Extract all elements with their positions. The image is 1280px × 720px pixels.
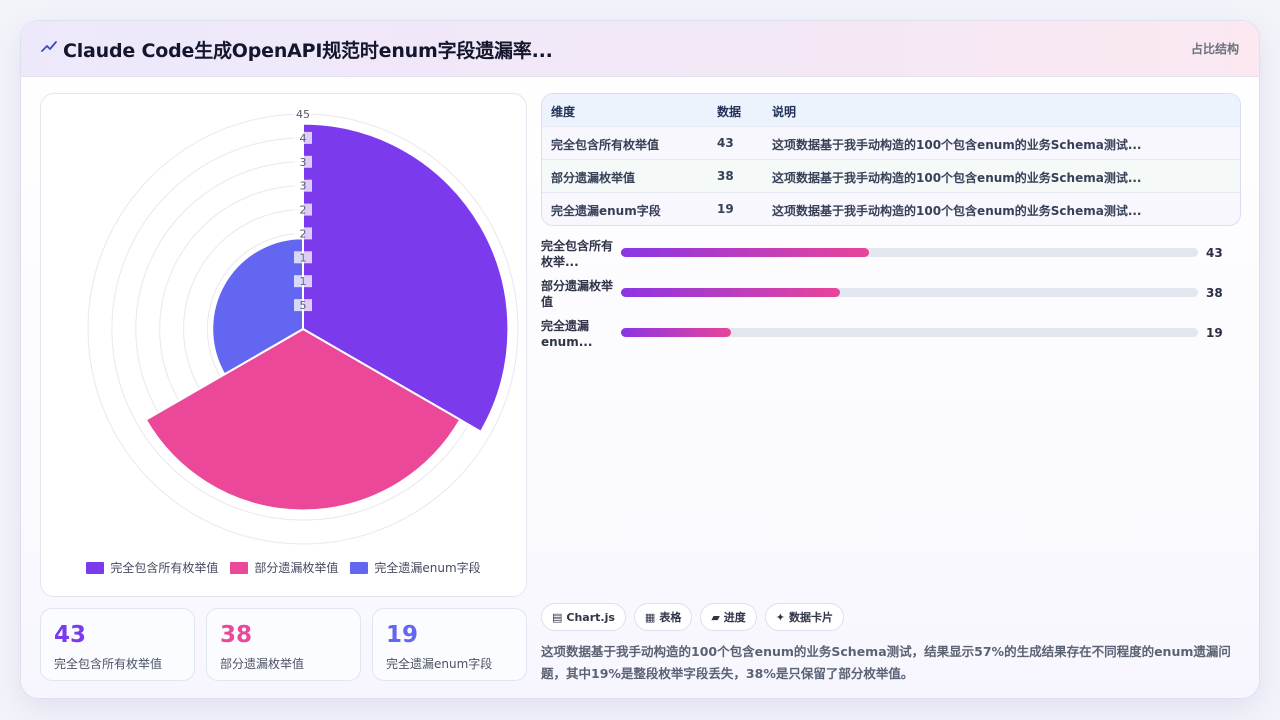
progress-track xyxy=(621,248,1198,257)
chart-icon: ▤ xyxy=(552,610,563,624)
progress-label: 部分遗漏枚举值 xyxy=(541,279,614,309)
stat-label: 完全遗漏enum字段 xyxy=(386,657,493,671)
table-header-row: 维度 数据 说明 xyxy=(542,94,1240,127)
progress-row: 完全包含所有枚举... 43 xyxy=(541,238,1241,272)
tick-label: 1 xyxy=(300,251,307,264)
polar-area-chart: 45 4 3 3 2 2 1 1 5 xyxy=(87,108,519,545)
header: Claude Code生成OpenAPI规范时enum字段遗漏率... 占比结构 xyxy=(21,21,1259,77)
progress-track xyxy=(621,328,1198,337)
stat-value: 38 xyxy=(220,622,253,648)
progress-fill xyxy=(621,328,731,337)
legend-swatch xyxy=(86,561,105,574)
view-chips: ▤ Chart.js ▦ 表格 ▰ 进度 ✦ 数据卡片 xyxy=(541,603,845,631)
chip-label: Chart.js xyxy=(566,610,615,624)
page-title: Claude Code生成OpenAPI规范时enum字段遗漏率... xyxy=(63,40,553,62)
stat-label: 完全包含所有枚举值 xyxy=(54,657,163,671)
table-cell: 这项数据基于我手动构造的100个包含enum的业务Schema测试... xyxy=(772,138,1142,152)
tick-label: 2 xyxy=(300,227,307,240)
tick-label: 5 xyxy=(300,299,307,312)
tick-label: 1 xyxy=(300,275,307,288)
tick-label: 3 xyxy=(300,156,307,169)
progress-fill xyxy=(621,248,870,257)
stat-card-complete: 43 完全包含所有枚举值 xyxy=(40,608,195,681)
chip-data-cards[interactable]: ✦ 数据卡片 xyxy=(764,603,845,631)
table-cell: 38 xyxy=(717,169,734,183)
chip-progress[interactable]: ▰ 进度 xyxy=(700,603,757,631)
table-cell: 43 xyxy=(717,136,734,150)
progress-icon: ▰ xyxy=(711,610,720,624)
progress-label: 完全遗漏enum... xyxy=(541,319,593,349)
table-header-cell: 数据 xyxy=(717,105,742,119)
stat-label: 部分遗漏枚举值 xyxy=(220,657,305,671)
legend-item-missing[interactable]: 完全遗漏enum字段 xyxy=(350,559,481,576)
progress-value: 19 xyxy=(1206,326,1223,340)
progress-track xyxy=(621,288,1198,297)
table-row: 部分遗漏枚举值 38 这项数据基于我手动构造的100个包含enum的业务Sche… xyxy=(542,160,1240,193)
chart-legend: 完全包含所有枚举值 部分遗漏枚举值 完全遗漏enum字段 xyxy=(41,559,526,576)
table-icon: ▦ xyxy=(644,610,656,624)
dashboard-card: Claude Code生成OpenAPI规范时enum字段遗漏率... 占比结构… xyxy=(20,20,1260,699)
progress-label: 完全包含所有枚举... xyxy=(541,239,614,269)
progress-row: 完全遗漏enum... 19 xyxy=(541,318,1241,352)
legend-swatch xyxy=(350,561,369,574)
tick-label: 3 xyxy=(300,180,307,193)
progress-fill xyxy=(621,288,841,297)
table-header-cell: 维度 xyxy=(551,105,576,119)
tick-label: 4 xyxy=(300,132,307,145)
table-row: 完全包含所有枚举值 43 这项数据基于我手动构造的100个包含enum的业务Sc… xyxy=(542,127,1240,160)
table-cell: 这项数据基于我手动构造的100个包含enum的业务Schema测试... xyxy=(772,171,1142,185)
data-table: 维度 数据 说明 完全包含所有枚举值 43 这项数据基于我手动构造的100个包含… xyxy=(541,93,1241,226)
tick-label: 2 xyxy=(300,204,307,217)
stat-card-partial: 38 部分遗漏枚举值 xyxy=(206,608,361,681)
chip-label: 数据卡片 xyxy=(789,611,834,624)
legend-label: 完全包含所有枚举值 xyxy=(110,561,219,575)
legend-label: 部分遗漏枚举值 xyxy=(254,561,339,575)
sparkle-icon: ✦ xyxy=(775,610,786,624)
stat-value: 19 xyxy=(386,622,419,648)
legend-swatch xyxy=(230,561,249,574)
stat-card-missing: 19 完全遗漏enum字段 xyxy=(372,608,527,681)
chart-line-icon xyxy=(41,41,57,52)
table-cell: 这项数据基于我手动构造的100个包含enum的业务Schema测试... xyxy=(772,204,1142,218)
chip-label: 进度 xyxy=(723,611,746,624)
progress-value: 43 xyxy=(1206,246,1223,260)
legend-label: 完全遗漏enum字段 xyxy=(374,561,481,575)
table-header-cell: 说明 xyxy=(772,105,797,119)
table-cell: 完全包含所有枚举值 xyxy=(551,138,660,152)
table-row: 完全遗漏enum字段 19 这项数据基于我手动构造的100个包含enum的业务S… xyxy=(542,193,1240,225)
progress-row: 部分遗漏枚举值 38 xyxy=(541,278,1241,312)
progress-value: 38 xyxy=(1206,286,1223,300)
legend-item-partial[interactable]: 部分遗漏枚举值 xyxy=(230,559,338,576)
chip-chartjs[interactable]: ▤ Chart.js xyxy=(541,603,626,631)
summary-note: 这项数据基于我手动构造的100个包含enum的业务Schema测试，结果显示57… xyxy=(541,644,1231,681)
legend-item-complete[interactable]: 完全包含所有枚举值 xyxy=(86,559,218,576)
table-cell: 完全遗漏enum字段 xyxy=(551,204,661,218)
chart-panel: 45 4 3 3 2 2 1 1 5 完全包含所有枚举值 部分遗漏枚举值 完全遗漏enum字段 xyxy=(40,93,527,597)
table-cell: 部分遗漏枚举值 xyxy=(551,171,636,185)
chip-table[interactable]: ▦ 表格 xyxy=(633,603,693,631)
chip-label: 表格 xyxy=(659,611,682,624)
tick-label: 45 xyxy=(296,108,310,121)
stat-value: 43 xyxy=(54,622,87,648)
chart-type-tag: 占比结构 xyxy=(1190,42,1239,56)
table-cell: 19 xyxy=(717,202,734,216)
